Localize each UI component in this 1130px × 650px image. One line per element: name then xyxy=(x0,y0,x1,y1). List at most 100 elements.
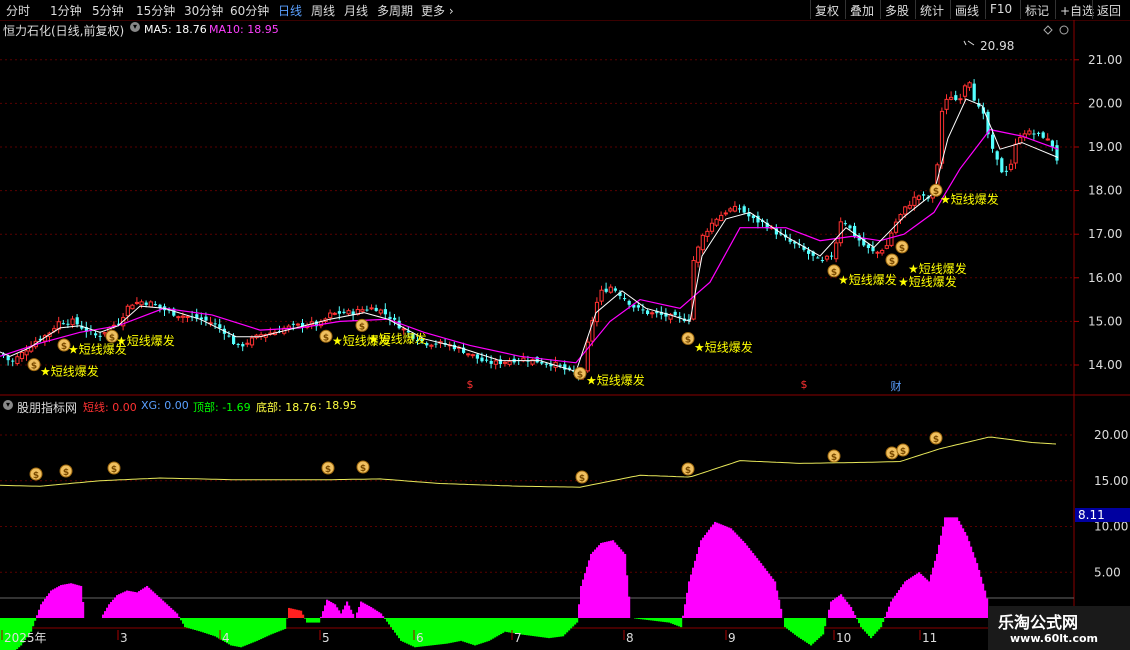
diamond-icon[interactable] xyxy=(1043,25,1053,35)
indicator-bar xyxy=(984,590,987,618)
period-tab-4[interactable]: 30分钟 xyxy=(184,2,223,19)
indicator-bar xyxy=(382,616,385,618)
indicator-bar xyxy=(62,584,65,618)
candle-body xyxy=(820,260,824,262)
indicator-bar xyxy=(818,618,821,639)
toolbar-button-0[interactable]: 复权 xyxy=(810,0,843,19)
indicator-bar xyxy=(608,541,611,618)
toolbar-button-4[interactable]: 画线 xyxy=(950,0,983,19)
indicator-bar xyxy=(644,618,647,620)
indicator-bar xyxy=(500,618,503,635)
indicator-bar xyxy=(374,609,377,618)
settings-icon[interactable] xyxy=(1059,25,1069,35)
indicator-bar xyxy=(864,618,867,632)
indicator-bar xyxy=(746,545,749,618)
indicator-bar xyxy=(614,542,617,618)
signal-coin-icon-glyph: $ xyxy=(889,257,895,267)
indicator-bar xyxy=(620,549,623,618)
indicator-coin-icon-glyph: $ xyxy=(63,468,69,478)
indicator-axis-label: 5.00 xyxy=(1094,565,1121,579)
candle-body xyxy=(843,223,847,225)
candle-body xyxy=(705,230,710,237)
indicator-bar xyxy=(254,618,257,642)
indicator-bar xyxy=(330,601,333,618)
indicator-bar xyxy=(938,544,941,618)
indicator-bar xyxy=(180,618,183,621)
indicator-bar xyxy=(436,618,439,645)
date-label: 9 xyxy=(728,631,736,645)
brand-name: 乐淘公式网 xyxy=(998,613,1079,632)
indicator-bar xyxy=(430,618,433,646)
indicator-bar xyxy=(190,618,193,629)
toolbar-button-2[interactable]: 多股 xyxy=(880,0,913,19)
candle-body xyxy=(466,353,471,356)
candle-body xyxy=(337,311,341,314)
indicator-bar xyxy=(970,546,973,618)
indicator-bar xyxy=(624,553,627,618)
indicator-bar xyxy=(930,574,933,618)
indicator-bar xyxy=(40,604,43,618)
indicator-bar xyxy=(766,570,769,618)
candle-body xyxy=(401,328,406,331)
indicator-bar xyxy=(724,525,727,618)
toolbar-button-3[interactable]: 统计 xyxy=(915,0,948,19)
indicator-bar xyxy=(468,618,471,644)
price-axis-label: 18.00 xyxy=(1088,184,1122,198)
indicator-bar xyxy=(106,607,109,618)
indicator-bar xyxy=(694,560,697,618)
indicator-bar xyxy=(490,618,493,640)
period-tab-1[interactable]: 1分钟 xyxy=(50,2,82,19)
toolbar-button-6[interactable]: 标记 xyxy=(1020,0,1053,19)
indicator-bar xyxy=(860,618,863,628)
candle-body xyxy=(954,95,958,100)
candle-body xyxy=(144,302,148,305)
indicator-bar xyxy=(932,567,935,618)
collapse-icon[interactable]: ▾ xyxy=(130,22,140,32)
indicator-bar xyxy=(314,618,317,623)
indicator-bar xyxy=(366,604,369,618)
period-tab-5[interactable]: 60分钟 xyxy=(230,2,269,19)
period-tab-2[interactable]: 5分钟 xyxy=(92,2,124,19)
period-tab-3[interactable]: 15分钟 xyxy=(136,2,175,19)
toolbar-button-1[interactable]: 叠加 xyxy=(845,0,878,19)
candle-body xyxy=(232,335,236,345)
indicator-bar xyxy=(908,578,911,618)
indicator-bar xyxy=(212,618,215,636)
toolbar-button-5[interactable]: F10 xyxy=(985,0,1016,19)
candle-body xyxy=(328,312,333,319)
indicator-bar xyxy=(116,595,119,618)
candle-body xyxy=(125,305,130,317)
candle-body xyxy=(889,232,894,246)
indicator-bar xyxy=(866,618,869,634)
indicator-bar xyxy=(704,534,707,618)
indicator-collapse-icon[interactable]: ▾ xyxy=(3,400,13,410)
candle-body xyxy=(738,208,742,210)
indicator-bar xyxy=(142,588,145,618)
indicator-bar xyxy=(72,583,75,618)
indicator-bar xyxy=(486,618,489,642)
indicator-bar xyxy=(54,588,57,618)
indicator-bar xyxy=(498,618,501,636)
period-tab-0[interactable]: 分时 xyxy=(6,2,30,19)
toolbar-button-8[interactable]: 返回 xyxy=(1092,0,1125,19)
indicator-bar xyxy=(398,618,401,639)
candle-body xyxy=(19,351,25,360)
indicator-bar xyxy=(744,542,747,618)
indicator-bar xyxy=(968,541,971,618)
period-tab-8[interactable]: 月线 xyxy=(344,2,368,19)
indicator-bar xyxy=(832,600,835,618)
candle-body xyxy=(636,305,640,308)
candle-body xyxy=(493,360,498,365)
indicator-bar xyxy=(616,544,619,618)
indicator-bar xyxy=(944,517,947,618)
period-tab-9[interactable]: 多周期 xyxy=(377,2,413,19)
period-tab-6[interactable]: 日线 xyxy=(278,2,302,19)
indicator-bar xyxy=(216,618,219,638)
indicator-bar xyxy=(570,618,573,629)
candle-body xyxy=(153,304,157,306)
indicator-coin-icon-glyph: $ xyxy=(579,474,585,484)
kline-chart[interactable]: 21.00 20.00 19.00 18.00 17.00 16.00 15.00 14.00… xyxy=(0,20,1130,650)
indicator-bar xyxy=(508,618,511,633)
period-tab-7[interactable]: 周线 xyxy=(311,2,335,19)
period-tab-10[interactable]: 更多 › xyxy=(421,2,454,19)
